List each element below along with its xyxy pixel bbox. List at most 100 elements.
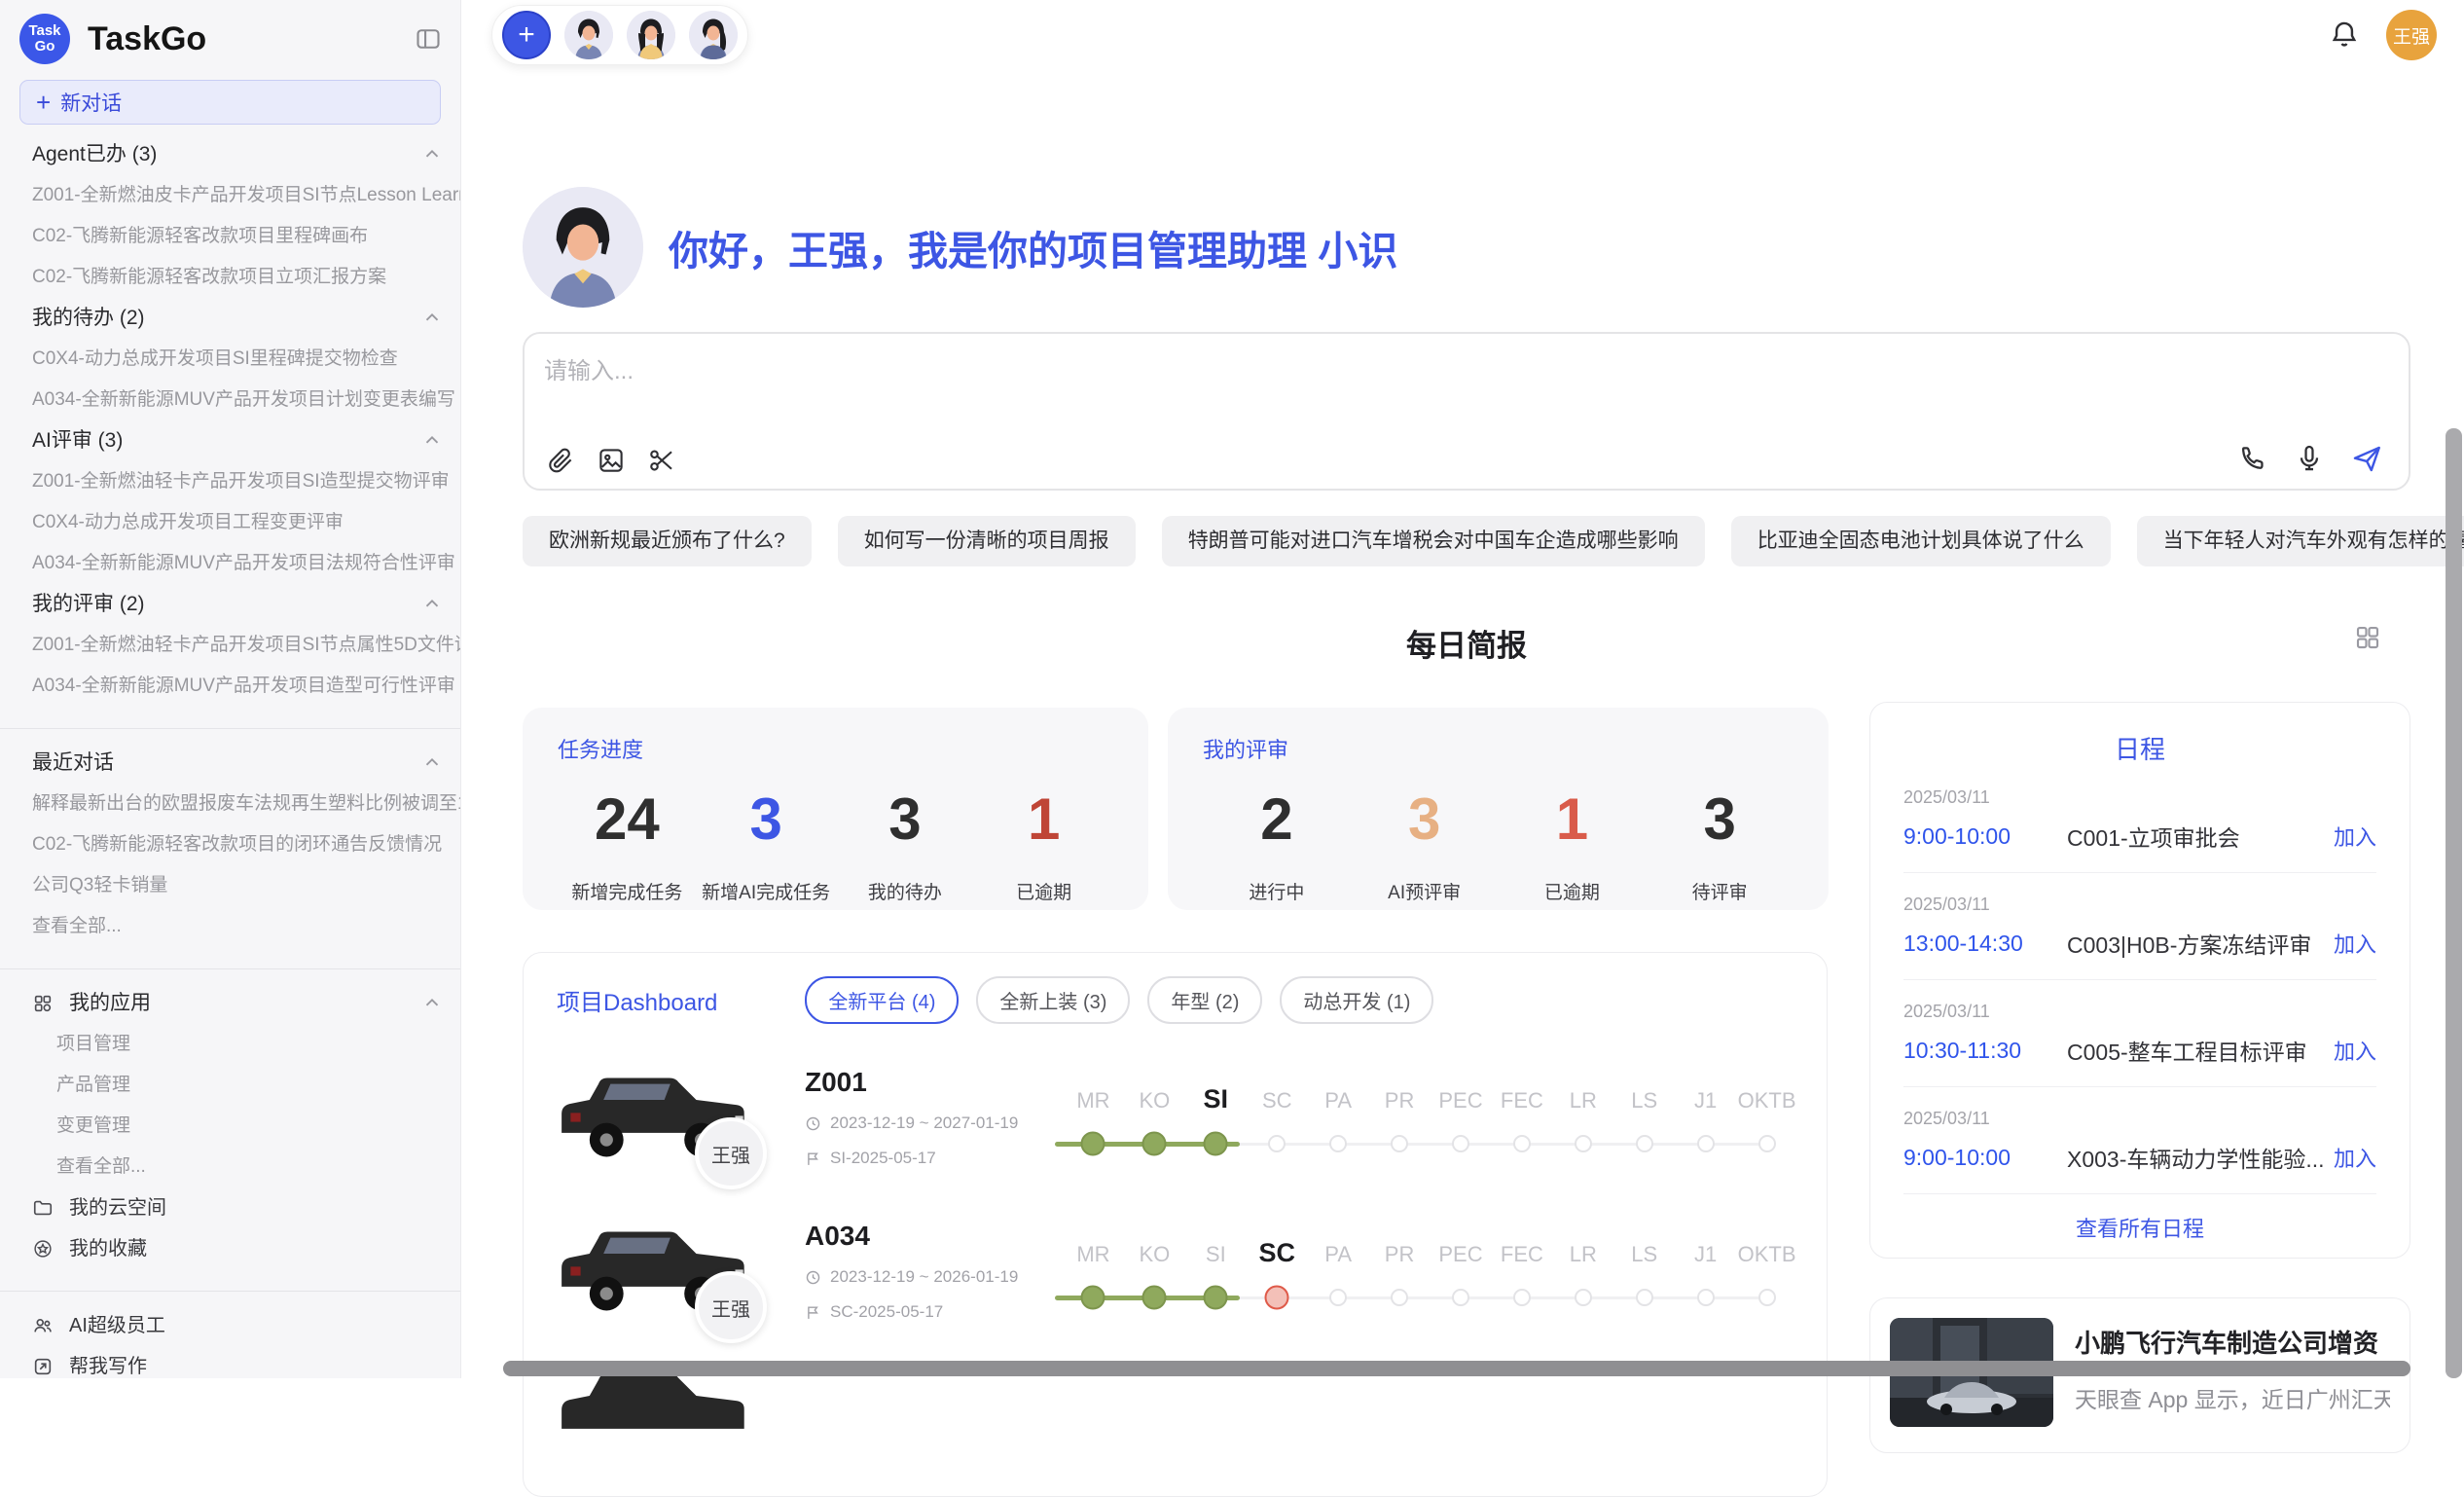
sidebar-item-cloud-space[interactable]: 我的云空间 — [0, 1187, 460, 1228]
notifications-bell-icon[interactable] — [2328, 18, 2361, 52]
sidebar-item[interactable]: Z001-全新燃油皮卡产品开发项目SI节点Lesson Learn报告 — [32, 175, 460, 216]
main-area: + 王强 你好，王强，我是你的项目管理助理 小识 — [461, 0, 2464, 1378]
paperclip-icon[interactable] — [546, 446, 575, 475]
help-write-label: 帮我写作 — [69, 1346, 147, 1378]
project-row-z001[interactable]: 王强 Z001 2023-12-19 ~ 2027-01-19 SI-2025-… — [557, 1061, 1827, 1178]
suggestion-chip[interactable]: 如何写一份清晰的项目周报 — [838, 516, 1136, 566]
sidebar-item[interactable]: 公司Q3轻卡销量 — [32, 865, 167, 906]
filter-year-model[interactable]: 年型 (2) — [1147, 976, 1262, 1024]
app-item-product-mgmt[interactable]: 产品管理 — [0, 1065, 460, 1106]
app-item-project-mgmt[interactable]: 项目管理 — [0, 1024, 460, 1065]
event-date: 2025/03/11 — [1903, 787, 2376, 808]
user-avatar[interactable]: 王强 — [2386, 10, 2437, 60]
flag-icon — [805, 1304, 821, 1321]
new-chat-button[interactable]: + 新对话 — [19, 80, 441, 125]
image-icon[interactable] — [597, 446, 626, 475]
sidebar-item[interactable]: Z001-全新燃油轻卡产品开发项目SI节点属性5D文件评审 — [32, 625, 460, 666]
milestone-dot — [1391, 1135, 1408, 1152]
sidebar-item[interactable]: C0X4-动力总成开发项目工程变更评审 — [32, 502, 344, 543]
schedule-event: 2025/03/11 9:00-10:00 X003-车辆动力学性能验... 加… — [1903, 1087, 2376, 1194]
brief-layout-icon[interactable] — [2353, 623, 2382, 652]
project-dates-text: 2023-12-19 ~ 2026-01-19 — [830, 1267, 1018, 1287]
send-icon[interactable] — [2350, 442, 2383, 475]
my-review-card: 我的评审 2 进行中 3 AI预评审 1 已逾期 3 待评审 — [1168, 708, 1829, 910]
milestone-dot — [1329, 1289, 1347, 1306]
section-agent-done[interactable]: Agent已办 (3) — [0, 134, 460, 175]
ai-staff-label: AI超级员工 — [69, 1305, 165, 1346]
plus-icon: + — [36, 88, 51, 118]
vertical-scrollbar[interactable] — [2446, 428, 2462, 1378]
stat-overdue: 1 已逾期 — [974, 785, 1113, 904]
chevron-up-icon — [421, 308, 443, 329]
section-my-review[interactable]: 我的评审 (2) — [0, 584, 460, 625]
sidebar-item-favorites[interactable]: 我的收藏 — [0, 1228, 460, 1269]
project-row-a034[interactable]: 王强 A034 2023-12-19 ~ 2026-01-19 SC-2025-… — [557, 1215, 1827, 1332]
join-link[interactable]: 加入 — [2334, 1142, 2376, 1173]
section-ai-review[interactable]: AI评审 (3) — [0, 420, 460, 461]
view-all-schedule-link[interactable]: 查看所有日程 — [1903, 1194, 2376, 1260]
suggestion-chip[interactable]: 比亚迪全固态电池计划具体说了什么 — [1731, 516, 2111, 566]
milestone-label: FEC — [1501, 1088, 1543, 1114]
join-link[interactable]: 加入 — [2334, 1035, 2376, 1066]
sidebar-item[interactable]: C02-飞腾新能源轻客改款项目的闭环通告反馈情况 — [32, 824, 442, 865]
view-all-chats[interactable]: 查看全部... — [32, 906, 122, 947]
sidebar-item[interactable]: Z001-全新燃油轻卡产品开发项目SI造型提交物评审 — [32, 461, 450, 502]
sidebar-item[interactable]: A034-全新新能源MUV产品开发项目法规符合性评审 — [32, 543, 455, 584]
sidebar-item[interactable]: C0X4-动力总成开发项目SI里程碑提交物检查 — [32, 339, 398, 380]
section-my-apps[interactable]: 我的应用 — [0, 983, 460, 1024]
section-title: 我的应用 — [69, 983, 151, 1024]
sidebar: Task Go TaskGo + 新对话 Agent已办 (3) Z001-全新… — [0, 0, 461, 1378]
section-title: Agent已办 (3) — [32, 134, 157, 175]
sidebar-header: Task Go TaskGo — [0, 0, 460, 72]
project-flag: SC-2025-05-17 — [805, 1302, 1063, 1322]
suggestion-chip[interactable]: 特朗普可能对进口汽车增税会对中国车企造成哪些影响 — [1162, 516, 1705, 566]
app-item-change-mgmt[interactable]: 变更管理 — [0, 1106, 460, 1147]
section-my-todo[interactable]: 我的待办 (2) — [0, 298, 460, 339]
project-image: 王强 — [557, 1215, 805, 1330]
add-session-button[interactable]: + — [502, 11, 551, 59]
milestone-label: LR — [1570, 1088, 1597, 1114]
app-item-view-all[interactable]: 查看全部... — [0, 1147, 460, 1187]
mic-icon[interactable] — [2294, 443, 2325, 474]
new-chat-label: 新对话 — [60, 88, 122, 117]
sidebar-item[interactable]: C02-飞腾新能源轻客改款项目里程碑画布 — [32, 216, 368, 257]
section-title: 我的待办 (2) — [32, 298, 145, 339]
sidebar-item[interactable]: A034-全新新能源MUV产品开发项目造型可行性评审 — [32, 666, 455, 707]
agent-avatar-3[interactable] — [689, 11, 738, 59]
suggestion-chip[interactable]: 欧洲新规最近颁布了什么? — [523, 516, 812, 566]
project-dates: 2023-12-19 ~ 2026-01-19 — [805, 1267, 1063, 1287]
divider — [0, 1291, 460, 1292]
stat-overdue: 1 已逾期 — [1499, 785, 1647, 904]
sidebar-collapse-icon[interactable] — [414, 25, 443, 53]
filter-all-new-platform[interactable]: 全新平台 (4) — [805, 976, 959, 1024]
schedule-title: 日程 — [1903, 730, 2376, 766]
horizontal-scrollbar[interactable] — [503, 1361, 2410, 1376]
divider — [0, 968, 460, 969]
sidebar-item-help-write[interactable]: 帮我写作 — [0, 1346, 460, 1378]
write-icon — [32, 1356, 54, 1377]
join-link[interactable]: 加入 — [2334, 928, 2376, 959]
sidebar-item[interactable]: A034-全新新能源MUV产品开发项目计划变更表编写 — [32, 380, 455, 420]
join-link[interactable]: 加入 — [2334, 821, 2376, 852]
event-time: 13:00-14:30 — [1903, 931, 2067, 957]
stat-value: 3 — [1351, 785, 1499, 853]
chat-input[interactable] — [544, 351, 2101, 439]
agent-avatar-2[interactable] — [627, 11, 675, 59]
agent-avatar-1[interactable] — [564, 11, 613, 59]
section-recent-chats[interactable]: 最近对话 — [0, 743, 460, 784]
filter-new-top[interactable]: 全新上装 (3) — [976, 976, 1130, 1024]
suggestion-chip[interactable]: 当下年轻人对汽车外观有怎样的喜好趋势 — [2137, 516, 2464, 566]
stat-new-done: 24 新增完成任务 — [558, 785, 697, 904]
sidebar-item-ai-staff[interactable]: AI超级员工 — [0, 1305, 460, 1346]
scissors-icon[interactable] — [647, 446, 676, 475]
chat-input-card — [523, 332, 2410, 491]
phone-icon[interactable] — [2237, 443, 2268, 474]
star-circle-icon — [32, 1238, 54, 1260]
event-name: X003-车辆动力学性能验... — [2067, 1141, 2334, 1174]
sidebar-item[interactable]: 解释最新出台的欧盟报废车法规再生塑料比例被调至15%... — [32, 784, 460, 824]
sidebar-item[interactable]: C02-飞腾新能源轻客改款项目立项汇报方案 — [32, 257, 386, 298]
chevron-up-icon — [421, 752, 443, 774]
milestone-label: LR — [1570, 1242, 1597, 1267]
filter-powertrain[interactable]: 动总开发 (1) — [1280, 976, 1433, 1024]
project-code: A034 — [805, 1221, 1063, 1252]
